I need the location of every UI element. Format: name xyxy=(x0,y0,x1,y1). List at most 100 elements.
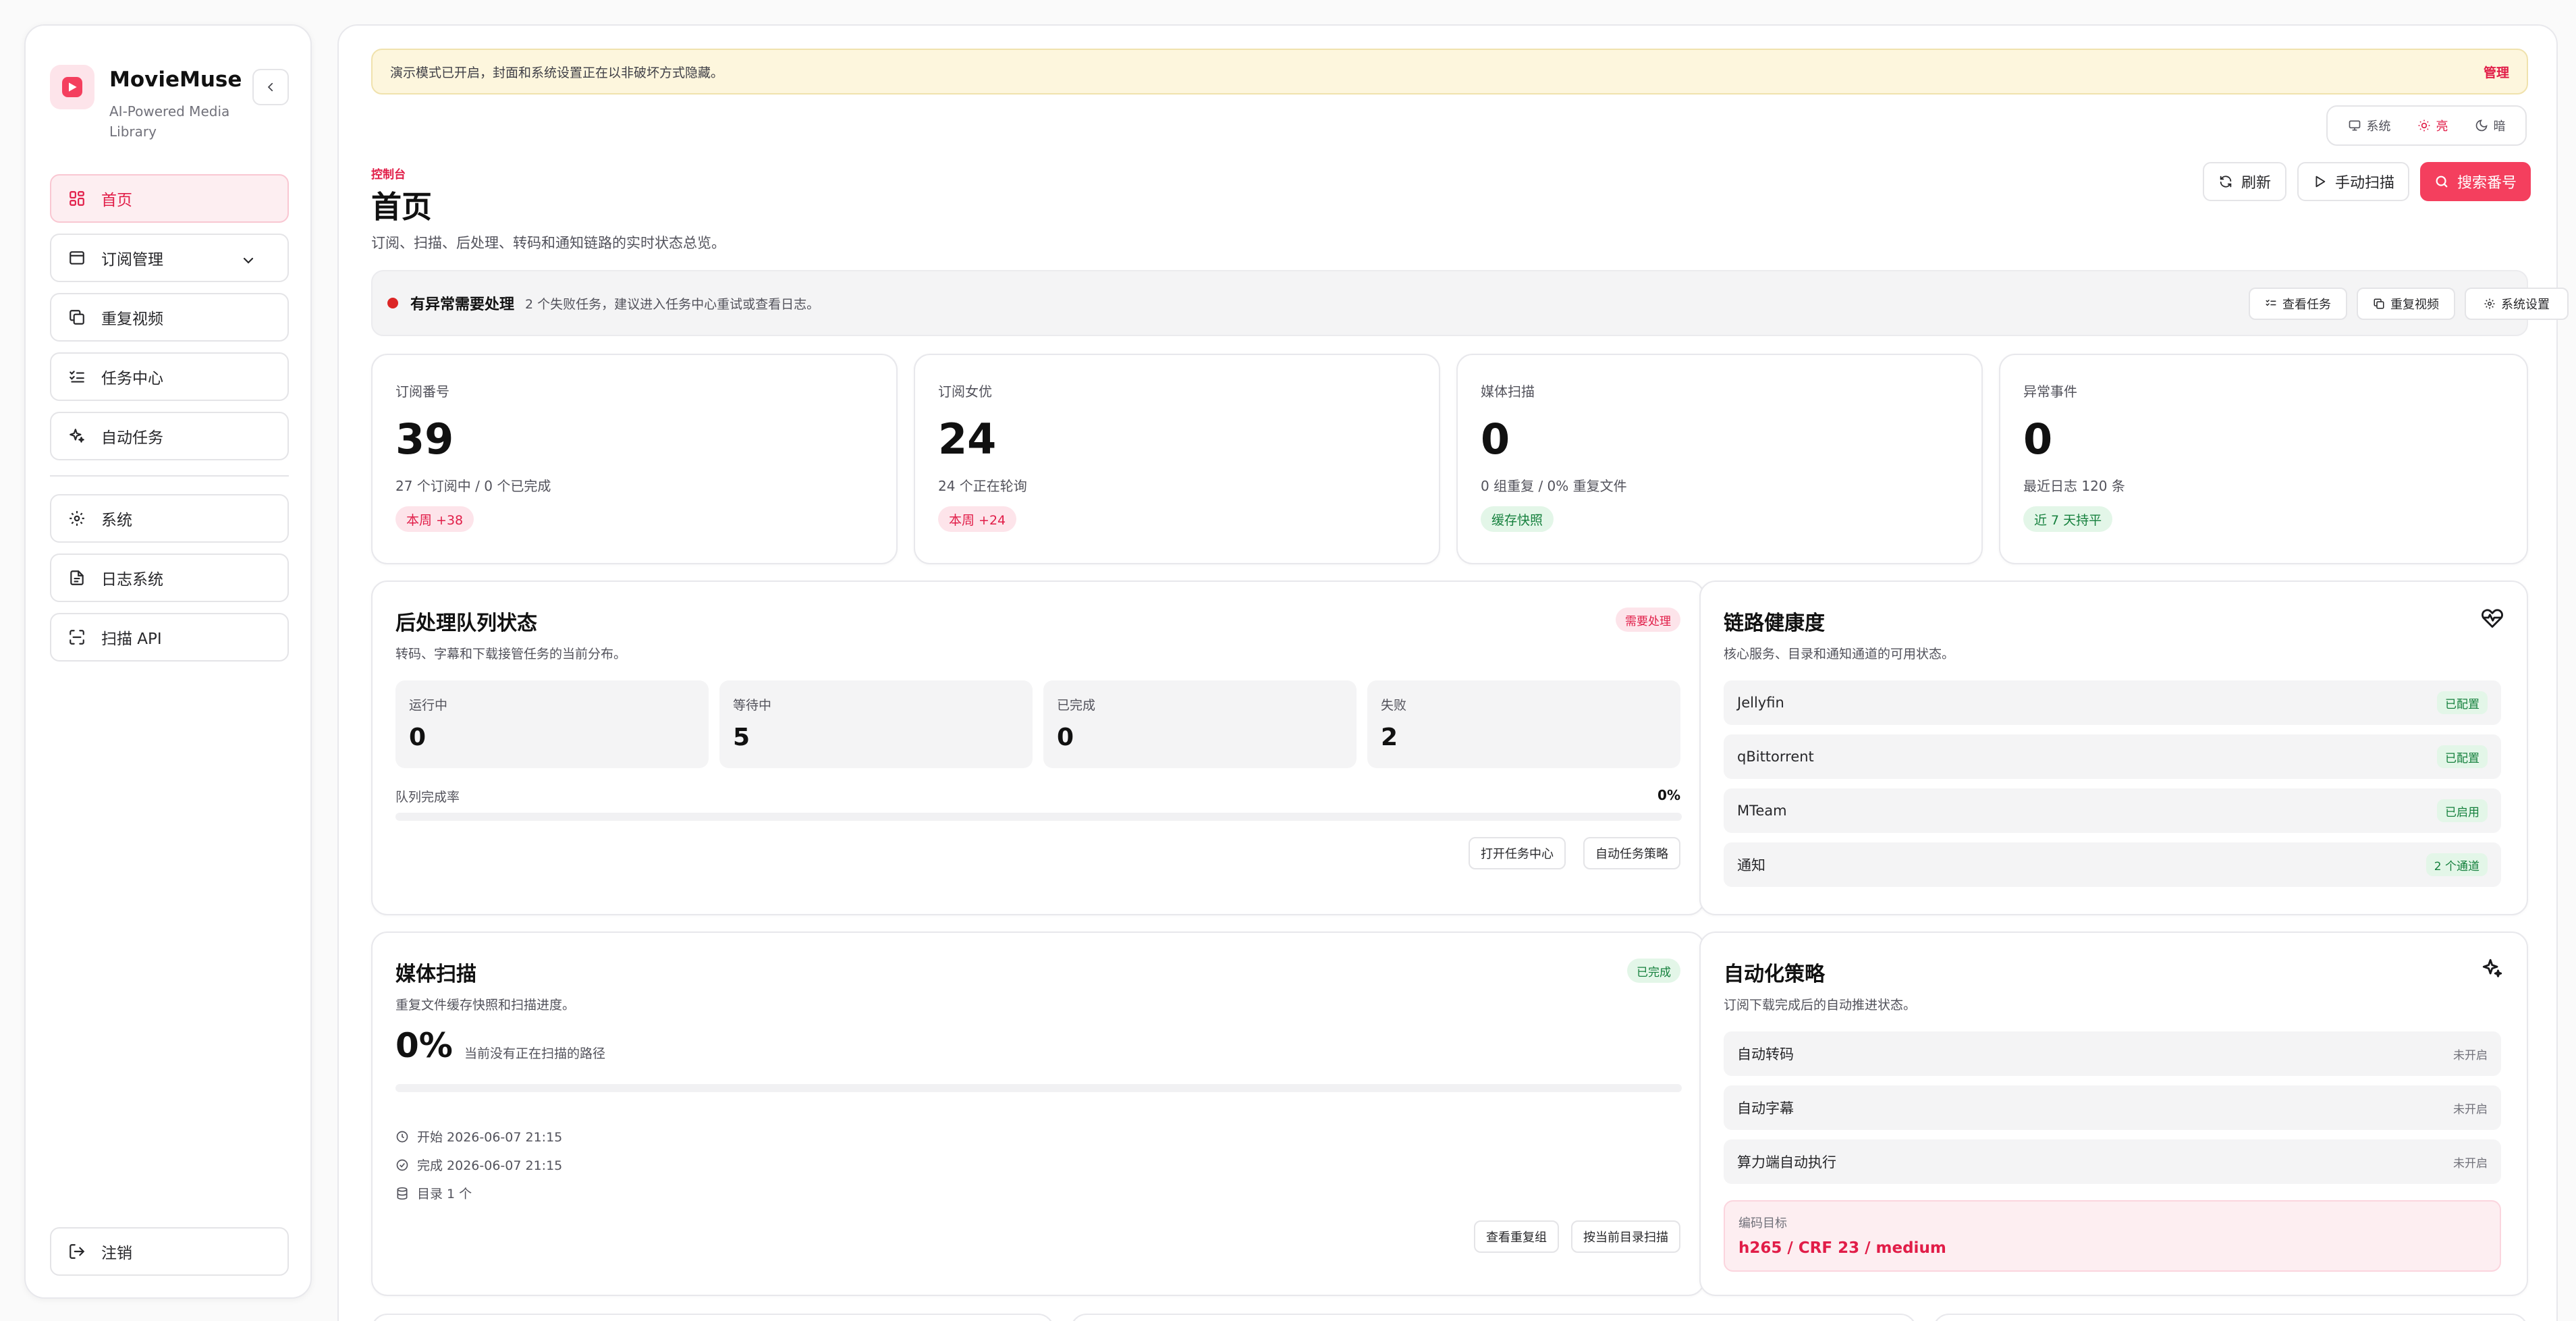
banner-text: 演示模式已开启，封面和系统设置正在以非破坏方式隐藏。 xyxy=(390,65,724,80)
chevron-left-icon xyxy=(265,81,277,93)
health-row-jellyfin: Jellyfin 已配置 xyxy=(1724,680,2501,725)
page-description: 订阅、扫描、后处理、转码和通知链路的实时状态总览。 xyxy=(371,235,725,251)
card-description: 订阅下载完成后的自动推进状态。 xyxy=(1724,998,1917,1013)
logout-button[interactable]: 注销 xyxy=(50,1227,289,1276)
task-list-icon xyxy=(66,366,88,387)
automation-item-name: 自动转码 xyxy=(1737,1046,1794,1062)
queue-tile-value: 0 xyxy=(409,724,427,751)
queue-tile-running: 运行中 0 xyxy=(395,680,709,768)
theme-option-light[interactable]: 亮 xyxy=(2417,117,2448,134)
heart-pulse-icon xyxy=(2481,606,2504,629)
stat-subtext: 0 组重复 / 0% 重复文件 xyxy=(1481,478,1627,494)
scan-icon xyxy=(66,626,88,648)
stat-card-subscribed-actresses[interactable]: 订阅女优 24 24 个正在轮询 本周 +24 xyxy=(914,354,1440,564)
refresh-button[interactable]: 刷新 xyxy=(2203,162,2286,201)
stat-status-pill: 缓存快照 xyxy=(1481,506,1554,532)
theme-option-system[interactable]: 系统 xyxy=(2348,117,2391,134)
gear-icon xyxy=(66,508,88,529)
sidebar-item-label: 首页 xyxy=(101,192,132,209)
moon-icon xyxy=(2475,119,2488,132)
scan-current-directory-button[interactable]: 按当前目录扫描 xyxy=(1571,1220,1680,1253)
page-eyebrow: 控制台 xyxy=(371,168,406,182)
sidebar-item-label: 扫描 API xyxy=(101,630,162,648)
sidebar: MovieMuse AI-Powered Media Library 首页 订阅… xyxy=(24,24,312,1299)
stat-subtext: 27 个订阅中 / 0 个已完成 xyxy=(395,478,551,494)
sidebar-item-label: 任务中心 xyxy=(101,370,163,387)
sidebar-item-logs[interactable]: 日志系统 xyxy=(50,554,289,602)
stat-trend-pill: 本周 +38 xyxy=(395,506,474,532)
auto-task-policy-button[interactable]: 自动任务策略 xyxy=(1583,837,1680,869)
encode-target-value: h265 / CRF 23 / medium xyxy=(1738,1239,1946,1257)
queue-tile-value: 5 xyxy=(733,724,750,751)
automation-item-status: 未开启 xyxy=(2453,1156,2488,1170)
check-circle-icon xyxy=(395,1158,409,1172)
card-description: 重复文件缓存快照和扫描进度。 xyxy=(395,998,576,1013)
scan-progress-bar xyxy=(395,1084,1682,1092)
theme-toggle: 系统 亮 暗 xyxy=(2326,105,2527,146)
stat-label: 媒体扫描 xyxy=(1481,383,1535,400)
open-task-center-button[interactable]: 打开任务中心 xyxy=(1469,837,1566,869)
card-description: 转码、字幕和下载接管任务的当前分布。 xyxy=(395,647,627,662)
system-settings-button[interactable]: 系统设置 xyxy=(2465,288,2569,320)
duplicate-icon xyxy=(2373,298,2385,310)
queue-tile-failed: 失败 2 xyxy=(1367,680,1680,768)
queue-tile-label: 运行中 xyxy=(409,698,448,713)
brand-name: MovieMuse xyxy=(109,68,242,92)
health-status-badge: 已配置 xyxy=(2437,691,2488,714)
automation-item-status: 未开启 xyxy=(2453,1102,2488,1116)
view-duplicate-groups-button[interactable]: 查看重复组 xyxy=(1474,1220,1559,1253)
sidebar-item-tasks[interactable]: 任务中心 xyxy=(50,352,289,401)
queue-progress-bar xyxy=(395,813,1682,821)
banner-manage-link[interactable]: 管理 xyxy=(2484,63,2509,81)
manual-scan-button[interactable]: 手动扫描 xyxy=(2297,162,2409,201)
health-row-mteam: MTeam 已启用 xyxy=(1724,788,2501,833)
health-status-badge: 2 个通道 xyxy=(2426,853,2488,876)
demo-mode-banner: 演示模式已开启，封面和系统设置正在以非破坏方式隐藏。 管理 xyxy=(371,49,2528,95)
theme-option-label: 亮 xyxy=(2436,119,2448,134)
search-code-label: 搜索番号 xyxy=(2457,175,2517,192)
scan-start-time: 开始 2026-06-07 21:15 xyxy=(395,1127,562,1145)
stat-subtext: 24 个正在轮询 xyxy=(938,478,1027,494)
duplicates-button[interactable]: 重复视频 xyxy=(2357,288,2455,320)
card-title: 媒体扫描 xyxy=(395,963,476,986)
sidebar-item-label: 订阅管理 xyxy=(101,251,163,269)
scan-finish-text: 完成 2026-06-07 21:15 xyxy=(417,1158,563,1173)
database-icon xyxy=(395,1187,409,1200)
stat-subtext: 最近日志 120 条 xyxy=(2023,478,2125,494)
stat-card-subscribed-codes[interactable]: 订阅番号 39 27 个订阅中 / 0 个已完成 本周 +38 xyxy=(371,354,898,564)
search-icon xyxy=(2434,174,2449,189)
view-tasks-button[interactable]: 查看任务 xyxy=(2249,288,2347,320)
alert-description: 2 个失败任务，建议进入任务中心重试或查看日志。 xyxy=(525,296,820,312)
scan-directory-count: 目录 1 个 xyxy=(395,1184,472,1202)
sidebar-item-label: 日志系统 xyxy=(101,571,163,589)
card-title: 后处理队列状态 xyxy=(395,612,537,635)
sidebar-item-home[interactable]: 首页 xyxy=(50,174,289,223)
card-description: 核心服务、目录和通知通道的可用状态。 xyxy=(1724,647,1955,662)
queue-tile-value: 2 xyxy=(1381,724,1398,751)
manual-scan-label: 手动扫描 xyxy=(2334,175,2394,192)
lower-card xyxy=(1933,1314,2528,1321)
brand-subtitle: AI-Powered Media Library xyxy=(109,103,230,140)
health-service-name: 通知 xyxy=(1737,857,1765,873)
scan-note: 当前没有正在扫描的路径 xyxy=(464,1046,606,1061)
sidebar-item-auto-tasks[interactable]: 自动任务 xyxy=(50,412,289,460)
automation-policy-card: 自动化策略 订阅下载完成后的自动推进状态。 自动转码 未开启 自动字幕 未开启 … xyxy=(1699,932,2528,1296)
sidebar-item-duplicates[interactable]: 重复视频 xyxy=(50,293,289,342)
stat-label: 订阅女优 xyxy=(938,383,992,400)
collapse-sidebar-button[interactable] xyxy=(252,69,289,105)
search-code-button[interactable]: 搜索番号 xyxy=(2420,162,2531,201)
stat-card-media-scan[interactable]: 媒体扫描 0 0 组重复 / 0% 重复文件 缓存快照 xyxy=(1456,354,1983,564)
stat-card-exceptions[interactable]: 异常事件 0 最近日志 120 条 近 7 天持平 xyxy=(1999,354,2528,564)
sidebar-item-label: 系统 xyxy=(101,512,132,529)
theme-option-dark[interactable]: 暗 xyxy=(2475,117,2506,134)
alert-status-dot xyxy=(387,298,398,308)
page-title: 首页 xyxy=(371,189,433,225)
sidebar-item-scan-api[interactable]: 扫描 API xyxy=(50,613,289,662)
refresh-label: 刷新 xyxy=(2241,175,2271,192)
encode-target-label: 编码目标 xyxy=(1738,1216,1787,1231)
sidebar-item-subscriptions[interactable]: 订阅管理 xyxy=(50,234,289,282)
health-row-notifications: 通知 2 个通道 xyxy=(1724,842,2501,887)
postprocess-queue-card: 后处理队列状态 转码、字幕和下载接管任务的当前分布。 需要处理 运行中 0 等待… xyxy=(371,581,1705,915)
sidebar-item-system[interactable]: 系统 xyxy=(50,494,289,543)
view-tasks-label: 查看任务 xyxy=(2282,298,2331,312)
